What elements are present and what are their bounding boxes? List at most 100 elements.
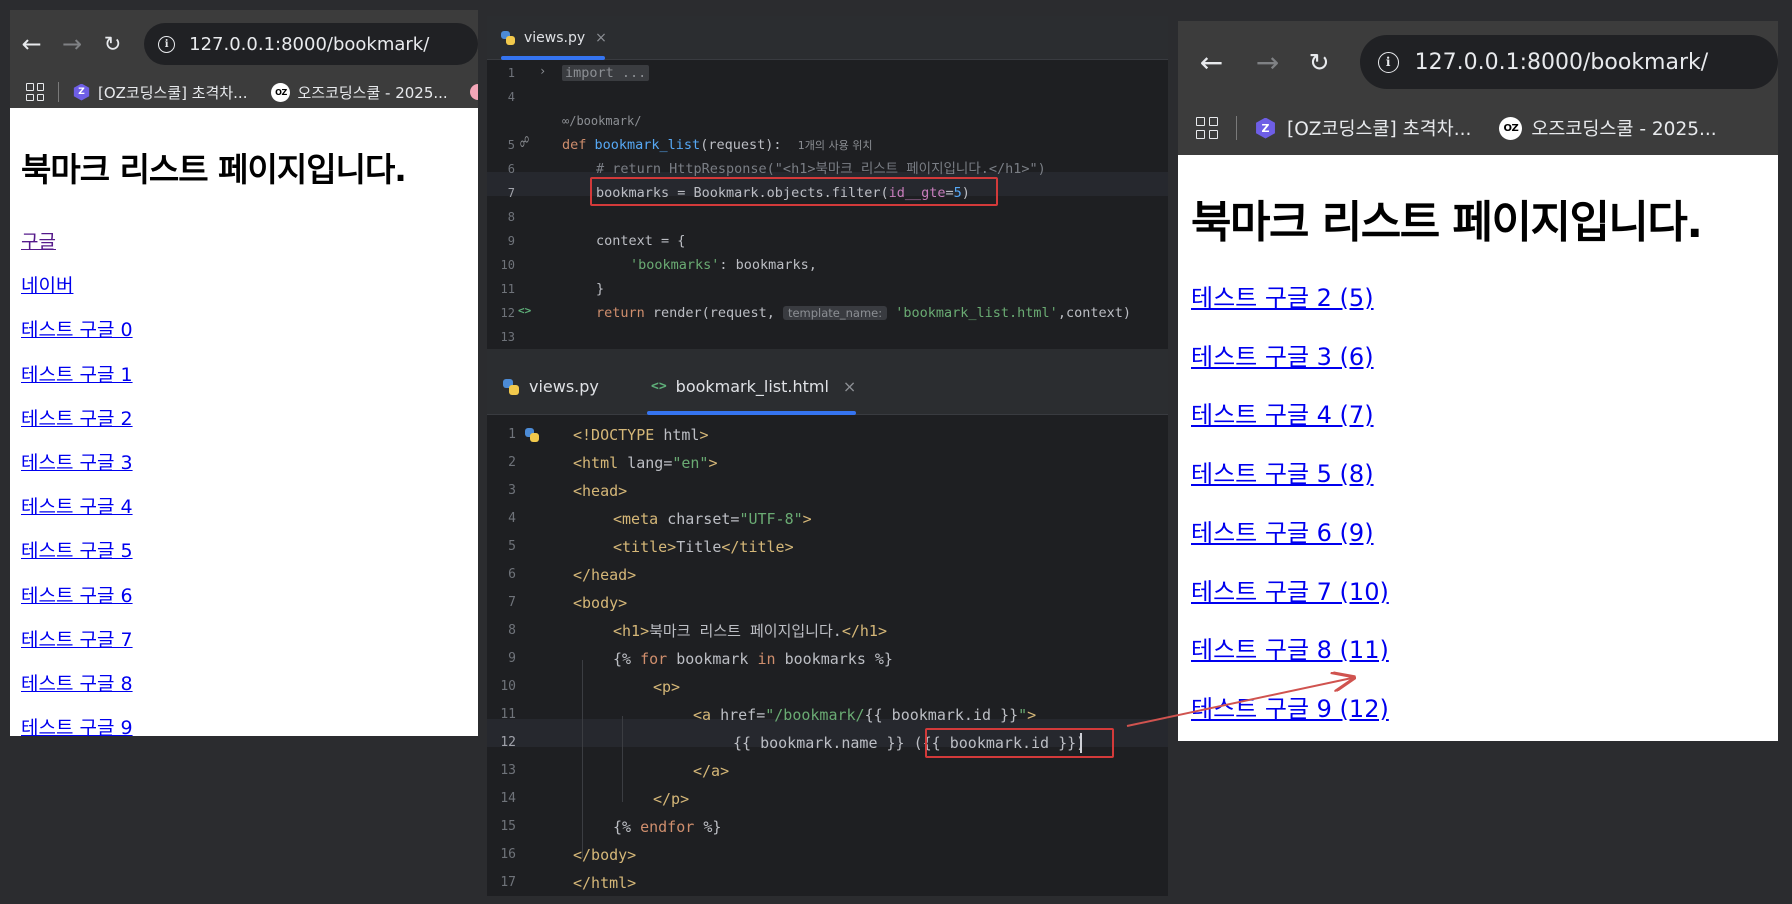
code-line-9: {% for bookmark in bookmarks %} [613, 650, 893, 668]
bookmark-link[interactable]: 테스트 구글 3 (6) [1191, 328, 1389, 387]
template-code-area[interactable]: 1 2 3 4 5 6 7 8 9 10 11 12 13 14 15 16 1… [487, 415, 1168, 896]
template-link-icon[interactable]: <> [518, 304, 531, 317]
apps-grid-icon[interactable] [1196, 117, 1218, 139]
reload-icon[interactable]: ↻ [1290, 48, 1347, 77]
line-number: 5 [508, 539, 516, 554]
tab-label: views.py [524, 29, 586, 46]
usage-count-hint[interactable]: 1개의 사용 위치 [798, 139, 873, 152]
bookmark-link[interactable]: 테스트 구글 7 [21, 618, 133, 662]
template-editor-tabbar: views.py <> bookmark_list.html × [487, 359, 1168, 415]
bookmark-link[interactable]: 테스트 구글 9 [21, 706, 133, 736]
site-info-icon[interactable]: i [158, 35, 176, 53]
line-number: 4 [507, 90, 515, 104]
bookmark-link[interactable]: 테스트 구글 6 (9) [1191, 504, 1389, 563]
views-code-area[interactable]: 1 4 5 6 7 8 9 10 11 12 13 › ☍ <> import … [487, 60, 1168, 349]
bookmark-link-list: 테스트 구글 2 (5) 테스트 구글 3 (6) 테스트 구글 4 (7) 테… [1191, 269, 1389, 739]
bookmark-link[interactable]: 테스트 구글 8 [21, 662, 133, 706]
page-title: 북마크 리스트 페이지입니다. [21, 150, 407, 189]
bookmark-label: 오즈코딩스쿨 - 2025... [297, 83, 448, 102]
line-number: 12 [500, 735, 516, 750]
right-page-content: 북마크 리스트 페이지입니다. 테스트 구글 2 (5) 테스트 구글 3 (6… [1178, 155, 1778, 741]
bookmark-label: [OZ코딩스쿨] 초격차... [1287, 119, 1472, 140]
address-bar[interactable]: i 127.0.0.1:8000/bookmark/ [144, 23, 478, 65]
code-line-9: context = { [596, 233, 686, 249]
bookmark-link[interactable]: 테스트 구글 2 [21, 397, 133, 441]
bookmark-link[interactable]: 테스트 구글 9 (12) [1191, 680, 1389, 739]
code-line-6: # return HttpResponse("<h1>북마크 리스트 페이지입니… [596, 161, 1046, 177]
fold-chevron-icon[interactable]: › [539, 64, 546, 78]
code-line-15: {% endfor %} [613, 818, 722, 836]
site-info-icon[interactable]: i [1377, 51, 1399, 73]
forward-icon[interactable]: → [53, 30, 91, 58]
address-bar[interactable]: i 127.0.0.1:8000/bookmark/ [1359, 35, 1778, 89]
bookmark-link[interactable]: 테스트 구글 5 [21, 529, 133, 573]
html-file-icon: <> [651, 379, 667, 394]
code-line-14: </p> [653, 790, 690, 808]
oz-logo-icon: OZ [1499, 116, 1523, 140]
bookmark-link[interactable]: 테스트 구글 2 (5) [1191, 269, 1389, 328]
bookmark-oz-school[interactable]: Z [OZ코딩스쿨] 초격차... [1255, 115, 1471, 141]
bookmark-link[interactable]: 테스트 구글 4 [21, 485, 133, 529]
tab-views-py[interactable]: views.py [503, 359, 599, 414]
bookmark-link[interactable]: 네이버 [21, 264, 133, 308]
code-line-11: } [596, 281, 605, 297]
close-tab-icon[interactable]: × [843, 377, 856, 396]
line-number: 12 [500, 306, 515, 320]
url-text[interactable]: 127.0.0.1:8000/bookmark/ [1415, 50, 1709, 75]
web-endpoint-globe-icon[interactable]: ☍ [520, 133, 529, 151]
line-number: 16 [500, 847, 516, 862]
line-number: 6 [508, 567, 516, 582]
line-number: 7 [507, 186, 515, 200]
tab-views-py[interactable]: views.py × [501, 16, 607, 60]
bookmark-separator [1236, 116, 1237, 140]
bookmark-oz-coding[interactable]: OZ 오즈코딩스쿨 - 2025... [271, 82, 448, 103]
bookmark-link[interactable]: 구글 [21, 220, 133, 264]
line-number: 1 [507, 66, 515, 80]
line-number: 13 [500, 763, 516, 778]
reload-icon[interactable]: ↻ [91, 32, 134, 56]
tab-bookmark-list-html[interactable]: <> bookmark_list.html × [647, 359, 856, 415]
bookmark-link[interactable]: 테스트 구글 0 [21, 308, 133, 352]
bookmark-link[interactable]: 테스트 구글 5 (8) [1191, 445, 1389, 504]
bookmark-link[interactable]: 테스트 구글 1 [21, 353, 133, 397]
close-tab-icon[interactable]: × [595, 30, 607, 46]
bookmark-link[interactable]: 테스트 구글 6 [21, 574, 133, 618]
forward-icon[interactable]: → [1245, 46, 1291, 79]
code-line-8: <h1>북마크 리스트 페이지입니다.</h1> [613, 622, 887, 640]
folded-imports[interactable]: import ... [562, 65, 650, 81]
line-number: 8 [508, 623, 516, 638]
code-line-6: </head> [573, 566, 637, 584]
line-number: 1 [508, 427, 516, 442]
back-icon[interactable]: ← [1178, 46, 1245, 79]
line-number: 11 [500, 707, 516, 722]
highlight-box-filter [590, 177, 998, 206]
python-file-icon [501, 30, 515, 45]
code-line-1: import ... [562, 64, 650, 82]
code-line-1: <!DOCTYPE html> [573, 426, 709, 444]
tab-label: views.py [529, 377, 599, 396]
code-line-5: <title>Title</title> [613, 538, 794, 556]
line-number: 3 [508, 483, 516, 498]
back-icon[interactable]: ← [10, 30, 53, 58]
bookmark-link[interactable]: 테스트 구글 4 (7) [1191, 386, 1389, 445]
url-text[interactable]: 127.0.0.1:8000/bookmark/ [189, 34, 429, 55]
bookmark-link[interactable]: 테스트 구글 7 (10) [1191, 563, 1389, 622]
bookmark-link[interactable]: 테스트 구글 8 (11) [1191, 621, 1389, 680]
template-editor-panel: views.py <> bookmark_list.html × 1 2 3 4… [487, 359, 1168, 896]
editor-split-divider[interactable] [487, 349, 1168, 359]
bookmark-separator [58, 82, 59, 102]
line-number: 10 [500, 258, 515, 272]
line-number: 8 [507, 210, 515, 224]
left-browser-chrome: ← → ↻ i 127.0.0.1:8000/bookmark/ Z [OZ코딩… [10, 10, 478, 108]
bookmark-link[interactable]: 테스트 구글 3 [21, 441, 133, 485]
line-number: 13 [500, 330, 515, 344]
bookmark-oz-school[interactable]: Z [OZ코딩스쿨] 초격차... [73, 82, 247, 103]
code-line-7: <body> [573, 594, 628, 612]
apps-grid-icon[interactable] [26, 83, 44, 101]
left-browser-window: ← → ↻ i 127.0.0.1:8000/bookmark/ Z [OZ코딩… [10, 10, 478, 736]
bookmark-oz-coding[interactable]: OZ 오즈코딩스쿨 - 2025... [1499, 115, 1717, 141]
line-number: 15 [500, 819, 516, 834]
code-line-3: <head> [573, 482, 628, 500]
bookmark-label: 오즈코딩스쿨 - 2025... [1531, 119, 1717, 140]
bookmark-favicon-icon[interactable] [469, 84, 478, 100]
